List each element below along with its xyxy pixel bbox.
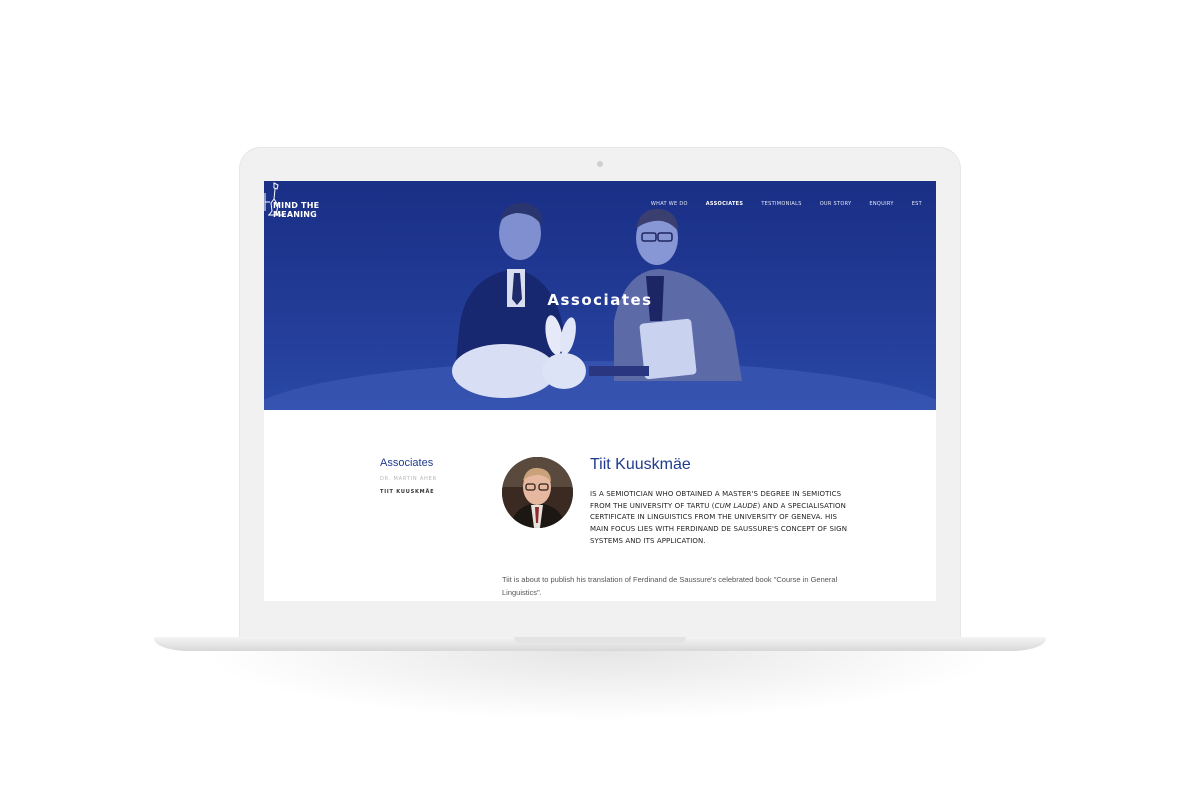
logo-figure-icon: [264, 182, 284, 216]
screen: MIND THE MEANING WHAT WE DO ASSOCIATES T…: [264, 181, 936, 601]
nav-our-story[interactable]: OUR STORY: [820, 201, 852, 207]
profile-name: Tiit Kuuskmäe: [590, 456, 691, 473]
profile-paragraph: Tiit is about to publish his translation…: [502, 575, 838, 597]
hero-banner: MIND THE MEANING WHAT WE DO ASSOCIATES T…: [264, 181, 936, 410]
nav-associates[interactable]: ASSOCIATES: [706, 201, 744, 207]
laptop-notch: [514, 637, 686, 643]
associates-sidebar: Associates DR. MARTIN AHER TIIT KUUSKMÄE: [380, 457, 437, 502]
nav-enquiry[interactable]: ENQUIRY: [869, 201, 893, 207]
sidebar-item-tiit-kuuskmae[interactable]: TIIT KUUSKMÄE: [380, 489, 437, 495]
nav-what-we-do[interactable]: WHAT WE DO: [651, 201, 688, 207]
avatar-portrait: [502, 457, 573, 528]
laptop-shadow: [200, 651, 1000, 721]
main-nav: WHAT WE DO ASSOCIATES TESTIMONIALS OUR S…: [651, 201, 922, 207]
camera-dot: [597, 161, 603, 167]
bio-italic: CUM LAUDE: [714, 501, 758, 510]
profile-bio: IS A SEMIOTICIAN WHO OBTAINED A MASTER'S…: [590, 489, 850, 548]
sidebar-title: Associates: [380, 457, 434, 469]
laptop-mockup: MIND THE MEANING WHAT WE DO ASSOCIATES T…: [0, 0, 1200, 800]
nav-testimonials[interactable]: TESTIMONIALS: [761, 201, 801, 207]
page-title: Associates: [547, 291, 653, 309]
nav-language-est[interactable]: EST: [912, 201, 922, 207]
sidebar-item-martin-aher[interactable]: DR. MARTIN AHER: [380, 476, 437, 482]
avatar: [502, 457, 573, 528]
